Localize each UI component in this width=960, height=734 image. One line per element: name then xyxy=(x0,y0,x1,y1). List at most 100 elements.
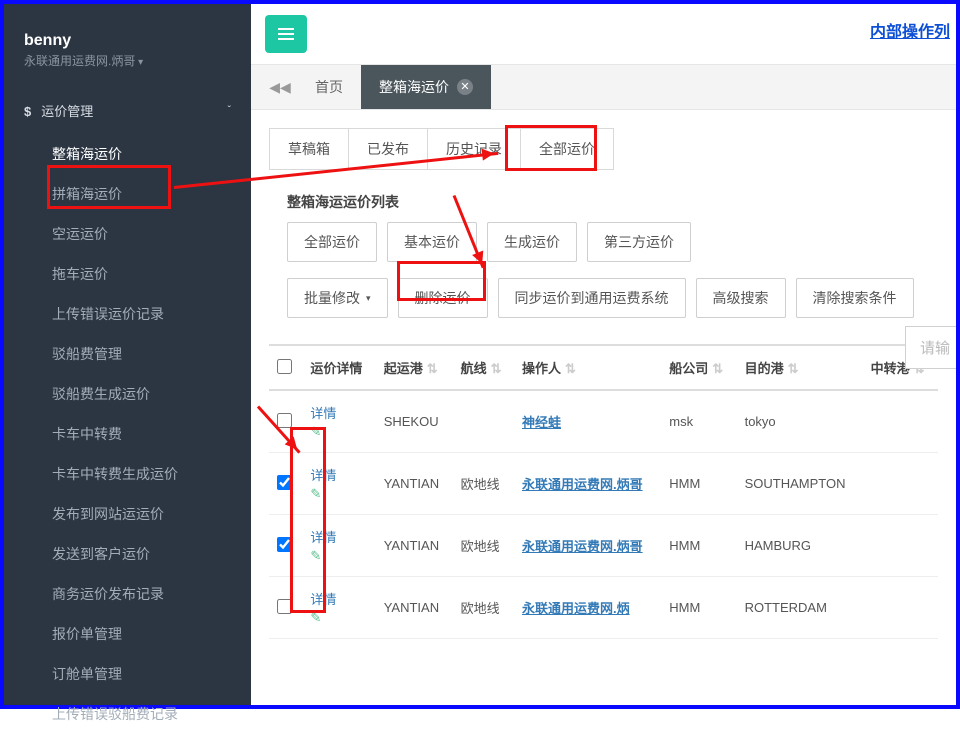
filter-button[interactable]: 全部运价 xyxy=(287,222,377,262)
column-header[interactable]: 运价详情 xyxy=(302,345,375,390)
column-header[interactable]: 船公司⇅ xyxy=(661,345,736,390)
sidebar-item[interactable]: 空运运价 xyxy=(4,214,251,254)
sidebar-item[interactable]: 驳船费管理 xyxy=(4,334,251,374)
cell-carrier: HMM xyxy=(661,577,736,639)
cell-origin: SHEKOU xyxy=(376,390,453,453)
sort-icon[interactable]: ⇅ xyxy=(427,361,438,376)
caret-down-icon: ▾ xyxy=(366,293,371,304)
cell-carrier: HMM xyxy=(661,453,736,515)
detail-link[interactable]: 详情 xyxy=(310,465,367,484)
filter-buttons: 全部运价基本运价生成运价第三方运价 xyxy=(287,222,938,262)
cell-route xyxy=(453,390,514,453)
table-row: 详情✎SHEKOU神经蛙msktokyo xyxy=(269,390,938,453)
detail-link[interactable]: 详情 xyxy=(310,589,367,608)
tab-label: 整箱海运价 xyxy=(379,77,449,97)
dollar-icon: $ xyxy=(24,104,31,119)
row-checkbox[interactable] xyxy=(277,537,292,552)
batch-edit-button[interactable]: 批量修改 ▾ xyxy=(287,278,388,318)
delete-rate-button[interactable]: 删除运价 xyxy=(398,278,488,318)
nav-group-label: 运价管理 xyxy=(41,104,93,119)
sidebar-item[interactable]: 报价单管理 xyxy=(4,614,251,654)
cell-dest: ROTTERDAM xyxy=(737,577,863,639)
inner-tab[interactable]: 历史记录 xyxy=(427,128,521,170)
sidebar: benny 永联通用运费网.炳哥 $运价管理 ˇ 整箱海运价拼箱海运价空运运价拖… xyxy=(4,4,251,705)
filter-button[interactable]: 基本运价 xyxy=(387,222,477,262)
internal-ops-link[interactable]: 内部操作列 xyxy=(870,18,950,42)
column-header[interactable]: 操作人⇅ xyxy=(514,345,661,390)
sidebar-item[interactable]: 订舱单管理 xyxy=(4,654,251,694)
operator-link[interactable]: 永联通用运费网.炳 xyxy=(522,601,630,616)
sidebar-item[interactable]: 驳船费生成运价 xyxy=(4,374,251,414)
search-input[interactable]: 请输 xyxy=(905,326,956,369)
cell-transit xyxy=(863,577,938,639)
detail-link[interactable]: 详情 xyxy=(310,527,367,546)
inner-tab[interactable]: 草稿箱 xyxy=(269,128,349,170)
nav-group-pricing[interactable]: $运价管理 ˇ xyxy=(4,87,251,134)
row-checkbox[interactable] xyxy=(277,475,292,490)
column-header[interactable]: 目的港⇅ xyxy=(737,345,863,390)
close-icon[interactable]: ✕ xyxy=(457,79,473,95)
cell-origin: YANTIAN xyxy=(376,577,453,639)
sync-rate-button[interactable]: 同步运价到通用运费系统 xyxy=(498,278,686,318)
sort-icon[interactable]: ⇅ xyxy=(565,361,576,376)
table-row: 详情✎YANTIAN欧地线永联通用运费网.炳HMMROTTERDAM xyxy=(269,577,938,639)
sidebar-item[interactable]: 发送到客户运价 xyxy=(4,534,251,574)
hamburger-button[interactable] xyxy=(265,15,307,53)
sidebar-item[interactable]: 上传错误运价记录 xyxy=(4,294,251,334)
detail-link[interactable]: 详情 xyxy=(310,403,367,422)
cell-origin: YANTIAN xyxy=(376,515,453,577)
sort-icon[interactable]: ⇅ xyxy=(712,361,723,376)
cell-transit xyxy=(863,453,938,515)
row-checkbox[interactable] xyxy=(277,599,292,614)
edit-icon[interactable]: ✎ xyxy=(310,548,321,564)
sidebar-item[interactable]: 卡车中转费生成运价 xyxy=(4,454,251,494)
edit-icon[interactable]: ✎ xyxy=(310,610,321,626)
column-header[interactable]: 航线⇅ xyxy=(453,345,514,390)
sidebar-item[interactable]: 商务运价发布记录 xyxy=(4,574,251,614)
row-checkbox[interactable] xyxy=(277,413,292,428)
sort-icon[interactable]: ⇅ xyxy=(788,361,799,376)
operator-link[interactable]: 神经蛙 xyxy=(522,415,561,430)
user-org: 永联通用运费网.炳哥 xyxy=(24,52,231,69)
sidebar-item[interactable]: 发布到网站运运价 xyxy=(4,494,251,534)
cell-origin: YANTIAN xyxy=(376,453,453,515)
select-all-checkbox[interactable] xyxy=(277,359,292,374)
edit-icon[interactable]: ✎ xyxy=(310,486,321,502)
column-header[interactable] xyxy=(269,345,302,390)
filter-button[interactable]: 生成运价 xyxy=(487,222,577,262)
cell-carrier: HMM xyxy=(661,515,736,577)
clear-search-button[interactable]: 清除搜索条件 xyxy=(796,278,914,318)
sort-icon[interactable]: ⇅ xyxy=(491,361,502,376)
cell-transit xyxy=(863,390,938,453)
filter-button[interactable]: 第三方运价 xyxy=(587,222,691,262)
table-row: 详情✎YANTIAN欧地线永联通用运费网.炳哥HMMHAMBURG xyxy=(269,515,938,577)
sidebar-item[interactable]: 拼箱海运价 xyxy=(4,174,251,214)
batch-edit-label: 批量修改 xyxy=(304,288,360,308)
inner-tab[interactable]: 已发布 xyxy=(348,128,428,170)
edit-icon[interactable]: ✎ xyxy=(310,424,321,440)
rates-table: 运价详情起运港⇅航线⇅操作人⇅船公司⇅目的港⇅中转港⇅ 详情✎SHEKOU神经蛙… xyxy=(269,344,938,639)
inner-tabs: 草稿箱已发布历史记录全部运价 xyxy=(269,128,938,170)
panel-title: 整箱海运运价列表 xyxy=(287,192,938,212)
sidebar-item[interactable]: 卡车中转费 xyxy=(4,414,251,454)
user-block[interactable]: benny 永联通用运费网.炳哥 xyxy=(4,32,251,87)
operator-link[interactable]: 永联通用运费网.炳哥 xyxy=(522,539,643,554)
column-header[interactable]: 起运港⇅ xyxy=(376,345,453,390)
content: 草稿箱已发布历史记录全部运价 整箱海运运价列表 全部运价基本运价生成运价第三方运… xyxy=(251,110,956,639)
cell-dest: HAMBURG xyxy=(737,515,863,577)
page-tabs: ◀◀ 首页 整箱海运价 ✕ xyxy=(251,64,956,110)
operator-link[interactable]: 永联通用运费网.炳哥 xyxy=(522,477,643,492)
user-name: benny xyxy=(24,32,231,50)
cell-carrier: msk xyxy=(661,390,736,453)
top-bar: 内部操作列 xyxy=(251,4,956,64)
tab-fcl-ocean-rate[interactable]: 整箱海运价 ✕ xyxy=(361,65,491,109)
adv-search-button[interactable]: 高级搜索 xyxy=(696,278,786,318)
tabs-back-button[interactable]: ◀◀ xyxy=(263,65,297,109)
sidebar-item[interactable]: 上传错误驳船费记录 xyxy=(4,694,251,734)
sidebar-item[interactable]: 整箱海运价 xyxy=(4,134,251,174)
cell-dest: SOUTHAMPTON xyxy=(737,453,863,515)
tab-home[interactable]: 首页 xyxy=(297,65,361,109)
cell-transit xyxy=(863,515,938,577)
inner-tab[interactable]: 全部运价 xyxy=(520,128,614,170)
sidebar-item[interactable]: 拖车运价 xyxy=(4,254,251,294)
